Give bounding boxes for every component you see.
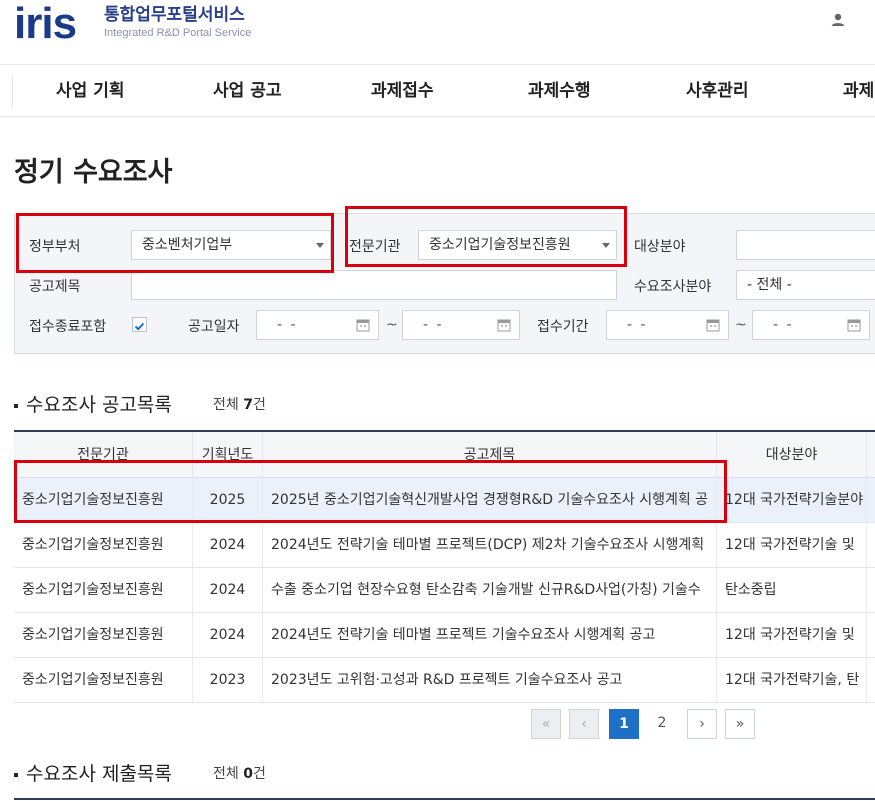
include-closed-label: 접수종료포함 [29,319,107,335]
notice-title-label: 공고제목 [29,279,81,295]
notice-date-end[interactable]: - - [402,310,520,340]
target-field-input[interactable] [736,230,875,260]
notice-list-title: 수요조사 공고목록 [14,390,172,417]
user-icon[interactable] [830,12,846,28]
cell-agency: 중소기업기술정보진흥원 [14,568,193,613]
cell-agency: 중소기업기술정보진흥원 [14,523,193,568]
cell-field: 12대 국가전략기술 및 [717,523,867,568]
nav-project-execution[interactable]: 과제수행 [528,65,591,117]
receipt-date-start[interactable]: - - [606,310,729,340]
submission-list-title-text: 수요조사 제출목록 [26,763,172,785]
bullet-icon [14,772,18,777]
cell-title-link[interactable]: 2024년도 전략기술 테마별 프로젝트 기술수요조사 시행계획 공고 [263,613,717,658]
calendar-icon[interactable] [847,318,861,332]
table-row[interactable]: 중소기업기술정보진흥원 2024 2024년도 전략기술 테마별 프로젝트 기술… [14,613,875,658]
col-field: 대상분야 [717,432,867,478]
nav-project-receipt[interactable]: 과제접수 [371,65,434,117]
submission-list-count-suffix: 건 [252,766,266,782]
main-nav: 사업 기획 사업 공고 과제접수 과제수행 사후관리 과제 [0,64,875,117]
cell-agency: 중소기업기술정보진흥원 [14,613,193,658]
notice-date-label: 공고일자 [188,319,240,335]
cell-field: 탄소중립 [717,568,867,613]
notice-list-count: 전체 7건 [213,394,266,414]
nav-divider [12,75,13,107]
cell-agency: 중소기업기술정보진흥원 [14,658,193,703]
receipt-date-tilde: ~ [735,317,747,333]
calendar-icon[interactable] [497,318,511,332]
prev-page-button[interactable]: ‹ [569,709,599,739]
cell-field: 12대 국가전략기술 및 [717,613,867,658]
page-title: 정기 수요조사 [14,157,173,188]
nav-business-planning[interactable]: 사업 기획 [56,65,124,117]
receipt-date-end-value: - - [773,317,794,333]
notice-title-input[interactable] [131,270,617,300]
brand: 통합업무포털서비스 Integrated R&D Portal Service [104,4,251,40]
submission-list-count: 전체 0건 [213,763,266,783]
receipt-date-start-value: - - [627,317,648,333]
bullet-icon [14,403,18,408]
submission-list-title: 수요조사 제출목록 [14,759,172,786]
nav-business-notice[interactable]: 사업 공고 [213,65,281,117]
notice-list-count-value: 7 [243,397,253,413]
receipt-period-label: 접수기간 [537,319,589,335]
last-page-button[interactable]: » [725,709,755,739]
cell-year: 2024 [193,613,263,658]
cell-title-link[interactable]: 수출 중소기업 현장수요형 탄소감축 기술개발 신규R&D사업(가칭) 기술수 [263,568,717,613]
notice-list-count-prefix: 전체 [213,397,244,413]
table-row[interactable]: 중소기업기술정보진흥원 2023 2023년도 고위험·고성과 R&D 프로젝트… [14,658,875,703]
notice-date-tilde: ~ [386,317,398,333]
page-2-button[interactable]: 2 [647,709,677,739]
notice-list-count-suffix: 건 [252,397,266,413]
iris-logo[interactable]: iris [14,2,77,46]
brand-title: 통합업무포털서비스 [104,5,245,25]
survey-field-select-value: - 전체 - [747,277,792,293]
target-field-label: 대상분야 [634,239,686,255]
submission-list-count-value: 0 [243,766,253,782]
cell-field: 12대 국가전략기술, 탄 [717,658,867,703]
highlight-box-first-row [14,460,727,523]
cell-field: 12대 국가전략기술분야 [717,478,867,523]
cell-title-link[interactable]: 2024년도 전략기술 테마별 프로젝트(DCP) 제2차 기술수요조사 시행계… [263,523,717,568]
calendar-icon[interactable] [356,318,370,332]
first-page-button[interactable]: « [531,709,561,739]
notice-date-start-value: - - [277,317,298,333]
page-1-button[interactable]: 1 [609,709,639,739]
nav-post-management[interactable]: 사후관리 [686,65,749,117]
cell-year: 2023 [193,658,263,703]
receipt-date-end[interactable]: - - [752,310,870,340]
survey-field-label: 수요조사분야 [634,279,712,295]
cell-year: 2024 [193,523,263,568]
submission-table-top-border [14,798,875,800]
highlight-box-agency [345,206,627,267]
check-icon [134,322,145,331]
brand-subtitle: Integrated R&D Portal Service [104,27,252,39]
table-row[interactable]: 중소기업기술정보진흥원 2024 2024년도 전략기술 테마별 프로젝트(DC… [14,523,875,568]
cell-title-link[interactable]: 2023년도 고위험·고성과 R&D 프로젝트 기술수요조사 공고 [263,658,717,703]
include-closed-checkbox[interactable] [132,317,147,332]
submission-list-count-prefix: 전체 [213,766,244,782]
site-header: iris 통합업무포털서비스 Integrated R&D Portal Ser… [0,0,875,64]
nav-project-more[interactable]: 과제 [843,65,874,117]
next-page-button[interactable]: › [687,709,717,739]
table-row[interactable]: 중소기업기술정보진흥원 2024 수출 중소기업 현장수요형 탄소감축 기술개발… [14,568,875,613]
cell-year: 2024 [193,568,263,613]
notice-date-end-value: - - [423,317,444,333]
notice-list-title-text: 수요조사 공고목록 [26,394,172,416]
highlight-box-ministry [16,213,334,273]
survey-field-select[interactable]: - 전체 - [736,270,875,300]
calendar-icon[interactable] [706,318,720,332]
notice-date-start[interactable]: - - [256,310,379,340]
